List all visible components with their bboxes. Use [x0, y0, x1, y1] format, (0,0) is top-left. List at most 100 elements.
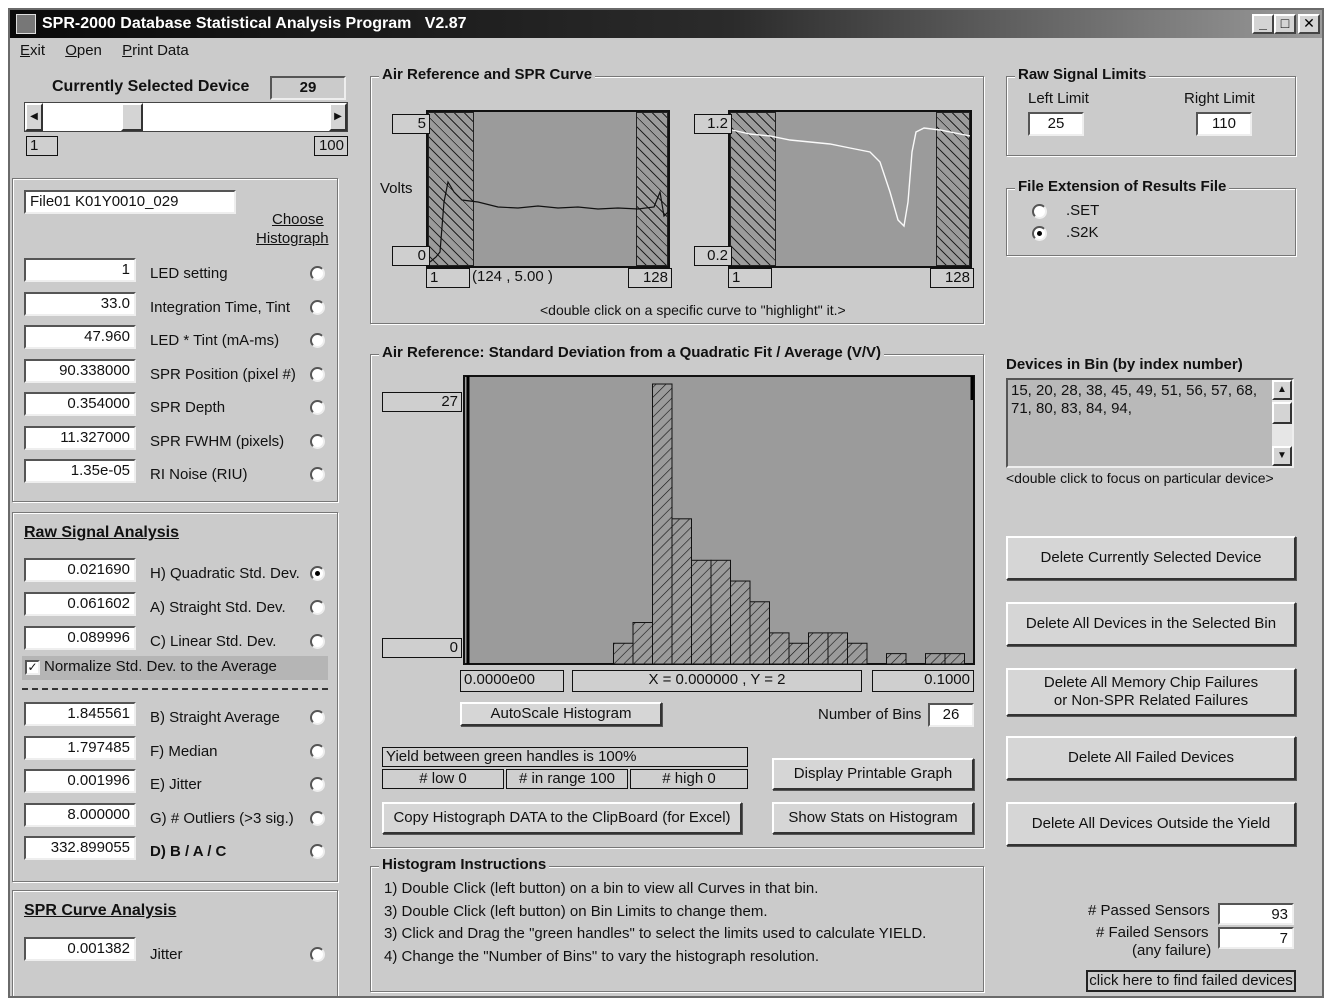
- histogram-bar-14[interactable]: [769, 632, 790, 665]
- histogram-ymin[interactable]: 0: [382, 638, 462, 658]
- autoscale-button[interactable]: AutoScale Histogram: [460, 702, 662, 726]
- left-plot-xmax[interactable]: 128: [628, 268, 672, 288]
- close-button[interactable]: ✕: [1298, 14, 1320, 34]
- bins-input[interactable]: 26: [928, 703, 974, 727]
- spr-curve-line[interactable]: [730, 112, 970, 266]
- right-limit-input[interactable]: 110: [1196, 112, 1252, 136]
- left-plot-ymax[interactable]: 5: [392, 114, 430, 134]
- param-radio-2[interactable]: [310, 299, 325, 315]
- param-radio-5[interactable]: [310, 400, 325, 415]
- histogram-xmin[interactable]: 0.0000e00: [460, 670, 564, 692]
- param-value-7[interactable]: 1.35e-05: [24, 459, 136, 483]
- device-scroll-thumb[interactable]: [120, 103, 143, 131]
- device-scrollbar[interactable]: ◀ ▶: [24, 102, 348, 132]
- raw-signal-radio-2[interactable]: [310, 600, 325, 615]
- devices-list-scrollbar[interactable]: ▲ ▼: [1272, 380, 1292, 466]
- right-plot-xmax[interactable]: 128: [930, 268, 974, 288]
- raw-signal-radio-3[interactable]: [310, 634, 325, 649]
- choose-link-2[interactable]: Histograph: [256, 230, 329, 247]
- param-value-6[interactable]: 11.327000: [24, 425, 136, 450]
- menu-exit[interactable]: Exit: [20, 42, 45, 59]
- raw-signal-stat-radio-1[interactable]: [310, 710, 325, 725]
- histogram-ymax[interactable]: 27: [382, 392, 462, 412]
- param-radio-6[interactable]: [310, 433, 325, 449]
- raw-signal-stat-value-2[interactable]: 1.797485: [24, 735, 136, 760]
- air-reference-curve[interactable]: [428, 112, 668, 266]
- right-plot-xmin[interactable]: 1: [728, 268, 772, 288]
- menu-print-data[interactable]: Print Data: [122, 42, 189, 59]
- histogram-bar-6[interactable]: [613, 642, 634, 665]
- histogram-bar-22[interactable]: [925, 653, 946, 665]
- spr-jitter-radio[interactable]: [310, 947, 325, 962]
- histogram-bar-12[interactable]: [730, 580, 751, 665]
- raw-signal-value-3[interactable]: 0.089996: [24, 626, 136, 650]
- delete-memory-failures-button[interactable]: Delete All Memory Chip Failures or Non-S…: [1006, 668, 1296, 716]
- raw-signal-stat-value-3[interactable]: 0.001996: [24, 769, 136, 793]
- histogram-bar-11[interactable]: [710, 559, 731, 665]
- maximize-button[interactable]: □: [1274, 14, 1296, 34]
- normalize-checkbox[interactable]: ✓: [25, 660, 40, 675]
- histogram-bar-15[interactable]: [788, 642, 809, 665]
- histogram-bar-18[interactable]: [847, 642, 868, 665]
- param-value-5[interactable]: 0.354000: [24, 392, 136, 416]
- histogram-bar-8[interactable]: [652, 383, 673, 665]
- spr-jitter-value[interactable]: 0.001382: [24, 937, 136, 961]
- title-bar[interactable]: SPR-2000 Database Statistical Analysis P…: [10, 10, 1322, 38]
- histogram-bar-16[interactable]: [808, 632, 829, 665]
- histogram-xmax[interactable]: 0.1000: [872, 670, 974, 692]
- param-value-4[interactable]: 90.338000: [24, 358, 136, 383]
- raw-signal-stat-radio-5[interactable]: [310, 844, 325, 859]
- scroll-right-arrow[interactable]: ▶: [329, 103, 347, 131]
- file-name-field[interactable]: File01 K01Y0010_029: [24, 190, 236, 214]
- histogram-bar-23[interactable]: [944, 653, 965, 665]
- left-plot-ymin[interactable]: 0: [392, 246, 430, 266]
- menu-open[interactable]: Open: [65, 42, 102, 59]
- delete-failed-devices-button[interactable]: Delete All Failed Devices: [1006, 736, 1296, 780]
- histogram-bar-17[interactable]: [827, 632, 848, 665]
- histogram-bar-7[interactable]: [632, 622, 653, 665]
- list-scroll-down-arrow[interactable]: ▼: [1272, 446, 1292, 466]
- raw-signal-stat-radio-3[interactable]: [310, 777, 325, 792]
- choose-link-1[interactable]: Choose: [272, 211, 324, 228]
- histogram-bar-10[interactable]: [691, 559, 712, 665]
- histogram-bar-20[interactable]: [886, 653, 907, 665]
- right-plot-ymin[interactable]: 0.2: [694, 246, 732, 266]
- param-radio-1[interactable]: [310, 266, 325, 281]
- devices-in-bin-list[interactable]: 15, 20, 28, 38, 45, 49, 51, 56, 57, 68, …: [1006, 378, 1294, 468]
- raw-signal-stat-radio-4[interactable]: [310, 810, 325, 826]
- raw-signal-stat-radio-2[interactable]: [310, 743, 325, 759]
- delete-bin-devices-button[interactable]: Delete All Devices in the Selected Bin: [1006, 602, 1296, 646]
- normalize-row[interactable]: ✓ Normalize Std. Dev. to the Average: [22, 656, 328, 680]
- param-radio-4[interactable]: [310, 366, 325, 382]
- display-printable-graph-button[interactable]: Display Printable Graph: [772, 758, 974, 790]
- param-radio-3[interactable]: [310, 333, 325, 348]
- minimize-button[interactable]: _: [1252, 14, 1274, 34]
- find-failed-devices-button[interactable]: click here to find failed devices: [1086, 970, 1296, 992]
- histogram-bar-13[interactable]: [749, 601, 770, 665]
- list-scroll-up-arrow[interactable]: ▲: [1272, 380, 1292, 400]
- param-value-3[interactable]: 47.960: [24, 325, 136, 349]
- right-plot-ymax[interactable]: 1.2: [694, 114, 732, 134]
- raw-signal-value-1[interactable]: 0.021690: [24, 558, 136, 582]
- air-reference-plot[interactable]: [426, 110, 670, 268]
- raw-signal-radio-1[interactable]: [310, 566, 325, 581]
- raw-signal-value-2[interactable]: 0.061602: [24, 592, 136, 616]
- ext-set-radio[interactable]: [1032, 204, 1047, 219]
- left-limit-input[interactable]: 25: [1028, 112, 1084, 136]
- param-radio-7[interactable]: [310, 467, 325, 482]
- histogram-plot[interactable]: [456, 366, 976, 672]
- list-scroll-thumb[interactable]: [1272, 402, 1292, 424]
- copy-histograph-button[interactable]: Copy Histograph DATA to the ClipBoard (f…: [382, 802, 742, 834]
- raw-signal-stat-value-4[interactable]: 8.000000: [24, 802, 136, 827]
- delete-selected-device-button[interactable]: Delete Currently Selected Device: [1006, 536, 1296, 580]
- spr-curve-plot[interactable]: [728, 110, 972, 268]
- scroll-left-arrow[interactable]: ◀: [25, 103, 43, 131]
- devices-in-bin-text[interactable]: 15, 20, 28, 38, 45, 49, 51, 56, 57, 68, …: [1011, 382, 1267, 418]
- left-plot-xmin[interactable]: 1: [426, 268, 470, 288]
- delete-outside-yield-button[interactable]: Delete All Devices Outside the Yield: [1006, 802, 1296, 846]
- param-value-1[interactable]: 1: [24, 258, 136, 282]
- param-value-2[interactable]: 33.0: [24, 291, 136, 316]
- histogram-bar-9[interactable]: [671, 518, 692, 665]
- ext-s2k-radio[interactable]: [1032, 226, 1047, 241]
- show-stats-button[interactable]: Show Stats on Histogram: [772, 802, 974, 834]
